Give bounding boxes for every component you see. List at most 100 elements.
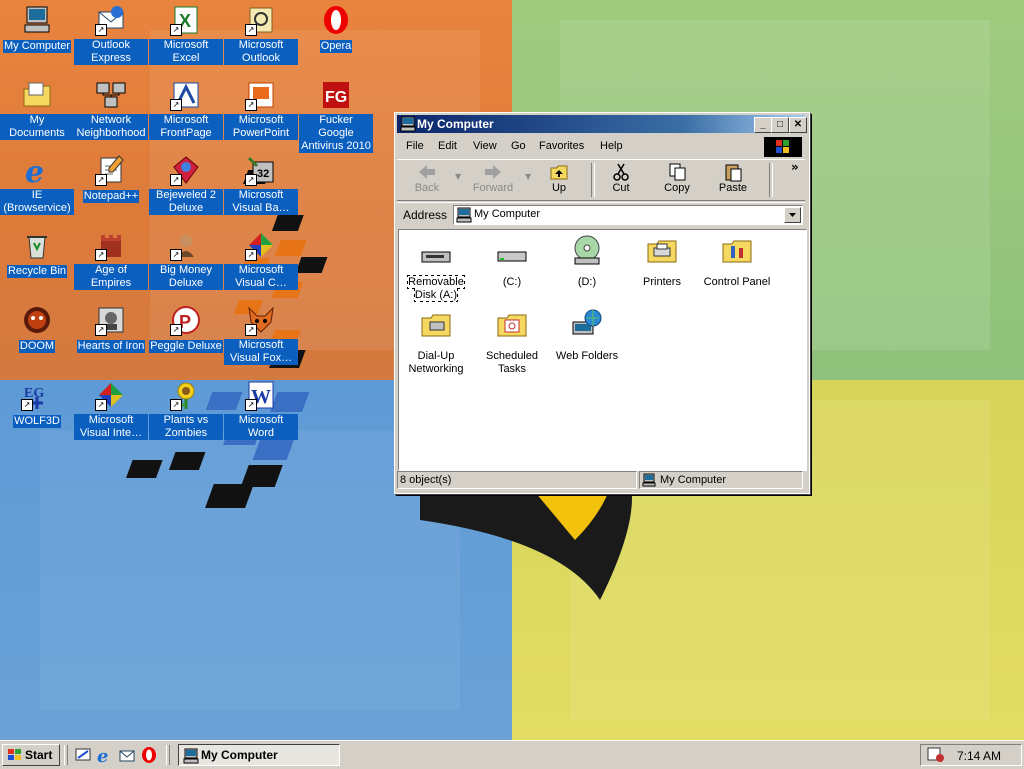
close-icon: ✕ <box>793 119 803 130</box>
cut-button[interactable]: Cut <box>595 162 647 194</box>
desktop-icon-doom[interactable]: DOOM <box>0 302 74 353</box>
desktop-icon-outlook-express[interactable]: ↗ Outlook Express <box>74 2 148 65</box>
desktop-icon-ie[interactable]: e IE (Browservice) <box>0 152 74 215</box>
item-label: (C:) <box>502 276 522 288</box>
forward-button[interactable]: Forward <box>467 162 519 194</box>
standard-toolbar: Back ▼ Forward ▼ Up Cut Copy Paste » <box>397 159 805 201</box>
desktop-icon-visual-basic[interactable]: 32 ↗ Microsoft Visual Ba… <box>224 152 298 215</box>
plants-vs-zombies-icon: ↗ <box>170 379 202 411</box>
folder-item-scheduled-tasks[interactable]: Scheduled Tasks <box>477 308 547 376</box>
show-desktop-icon[interactable] <box>74 746 92 764</box>
opera-icon[interactable] <box>140 746 158 764</box>
desktop-icon-recycle-bin[interactable]: Recycle Bin <box>0 227 74 278</box>
desktop-icon-big-money[interactable]: ↗ Big Money Deluxe <box>149 227 223 290</box>
paste-button[interactable]: Paste <box>707 162 759 194</box>
folder-item-control-panel[interactable]: Control Panel <box>702 234 772 289</box>
copy-button[interactable]: Copy <box>651 162 703 194</box>
desktop-icon-peggle[interactable]: P ↗ Peggle Deluxe <box>149 302 223 353</box>
menu-favorites[interactable]: Favorites <box>539 140 584 152</box>
outlook-express-icon: ↗ <box>95 4 127 36</box>
desktop-icon-frontpage[interactable]: ↗ Microsoft FrontPage <box>149 77 223 140</box>
drive-item-floppy[interactable]: Removable Disk (A:) <box>401 240 471 302</box>
antivirus-icon: FG <box>320 79 352 111</box>
desktop-icon-network[interactable]: Network Neighborhood <box>74 77 148 140</box>
item-label: (D:) <box>577 276 597 288</box>
outlook-express-icon[interactable] <box>118 746 136 764</box>
desktop-icon-opera[interactable]: Opera <box>299 2 373 53</box>
close-button[interactable]: ✕ <box>789 117 807 133</box>
desktop-icon-hearts-of-iron[interactable]: ↗ Hearts of Iron <box>74 302 148 353</box>
drive-item-d[interactable]: (D:) <box>552 234 622 289</box>
back-dropdown-icon[interactable]: ▼ <box>455 172 461 181</box>
status-bar: 8 object(s) My Computer <box>397 471 805 489</box>
toolbar-overflow-chevron[interactable]: » <box>791 160 799 174</box>
minimize-button[interactable]: _ <box>754 117 772 133</box>
visual-foxpro-icon: ↗ <box>245 304 277 336</box>
item-label: Scheduled Tasks <box>486 350 538 375</box>
desktop-icon-label: Microsoft Outlook <box>224 39 298 65</box>
visual-basic-icon: 32 ↗ <box>245 154 277 186</box>
cd-drive-icon <box>574 235 600 265</box>
excel-icon: X ↗ <box>170 4 202 36</box>
desktop-icon-label: Microsoft Visual Fox… <box>224 339 298 365</box>
peggle-icon: P ↗ <box>170 304 202 336</box>
menu-edit[interactable]: Edit <box>438 140 457 152</box>
desktop-icon-excel[interactable]: X ↗ Microsoft Excel <box>149 2 223 65</box>
address-value: My Computer <box>474 208 541 220</box>
desktop-icon-label: Plants vs Zombies <box>149 414 223 440</box>
desktop-icon-antivirus[interactable]: FG Fucker Google Antivirus 2010 <box>299 77 373 153</box>
up-button[interactable]: Up <box>533 162 585 194</box>
ie-icon: e <box>21 154 53 186</box>
desktop-icon-visual-c[interactable]: ↗ Microsoft Visual C… <box>224 227 298 290</box>
desktop-icon-notepad[interactable]: ↗ Notepad++ <box>74 152 148 203</box>
menu-file[interactable]: File <box>406 140 424 152</box>
my-computer-window[interactable]: My Computer _ □ ✕ File Edit View Go Favo… <box>394 112 810 494</box>
folder-item-dialup[interactable]: Dial-Up Networking <box>401 308 471 376</box>
desktop-icon-label: Network Neighborhood <box>74 114 148 140</box>
desktop-icon-bejeweled[interactable]: ↗ Bejeweled 2 Deluxe <box>149 152 223 215</box>
desktop-icon-age-of-empires[interactable]: ↗ Age of Empires <box>74 227 148 290</box>
paste-label: Paste <box>718 182 748 194</box>
powerpoint-icon: ↗ <box>245 79 277 111</box>
desktop-icon-label: My Documents <box>0 114 74 140</box>
address-dropdown-button[interactable] <box>784 207 801 223</box>
desktop-icon-visual-interdev[interactable]: ↗ Microsoft Visual Inte… <box>74 377 148 440</box>
desktop-icon-powerpoint[interactable]: ↗ Microsoft PowerPoint <box>224 77 298 140</box>
status-location: My Computer <box>639 471 803 489</box>
taskbar-button-my-computer[interactable]: My Computer <box>178 744 340 766</box>
menu-go[interactable]: Go <box>511 140 526 152</box>
address-field[interactable]: My Computer <box>453 205 803 225</box>
item-label: Web Folders <box>555 350 619 362</box>
folder-item-printers[interactable]: Printers <box>627 234 697 289</box>
desktop-icon-my-documents[interactable]: My Documents <box>0 77 74 140</box>
menu-view[interactable]: View <box>473 140 497 152</box>
cut-label: Cut <box>612 182 630 194</box>
clock[interactable]: 7:14 AM <box>957 749 1001 763</box>
status-location-text: My Computer <box>660 474 727 486</box>
item-label: Removable Disk (A:) <box>407 275 465 302</box>
maximize-button[interactable]: □ <box>771 117 789 133</box>
desktop-icon-label: Notepad++ <box>82 190 140 203</box>
menu-help[interactable]: Help <box>600 140 623 152</box>
desktop-icon-label: Recycle Bin <box>6 265 68 278</box>
forward-label: Forward <box>472 182 514 194</box>
desktop-icon-wolf3d[interactable]: EG ↗ WOLF3D <box>0 377 74 428</box>
toolbar-separator <box>769 163 773 197</box>
desktop-icon-my-computer[interactable]: My Computer <box>0 2 74 53</box>
folder-item-web-folders[interactable]: Web Folders <box>552 308 622 363</box>
printers-folder-icon <box>647 240 677 263</box>
frontpage-icon: ↗ <box>170 79 202 111</box>
desktop-icon-plants-vs-zombies[interactable]: ↗ Plants vs Zombies <box>149 377 223 440</box>
start-button[interactable]: Start <box>2 744 60 766</box>
back-button[interactable]: Back <box>401 162 453 194</box>
desktop-icon-visual-foxpro[interactable]: ↗ Microsoft Visual Fox… <box>224 302 298 365</box>
file-view[interactable]: Removable Disk (A:) (C:) (D:) Printers C… <box>398 229 807 471</box>
desktop-icon-word[interactable]: W ↗ Microsoft Word <box>224 377 298 440</box>
drive-item-c[interactable]: (C:) <box>477 240 547 289</box>
desktop-icon-outlook[interactable]: ↗ Microsoft Outlook <box>224 2 298 65</box>
ie-icon[interactable]: e <box>96 746 114 764</box>
recycle-bin-icon <box>21 229 53 261</box>
window-titlebar[interactable]: My Computer _ □ ✕ <box>397 115 807 133</box>
forward-dropdown-icon[interactable]: ▼ <box>525 172 531 181</box>
tray-scheduler-icon[interactable] <box>927 747 945 763</box>
